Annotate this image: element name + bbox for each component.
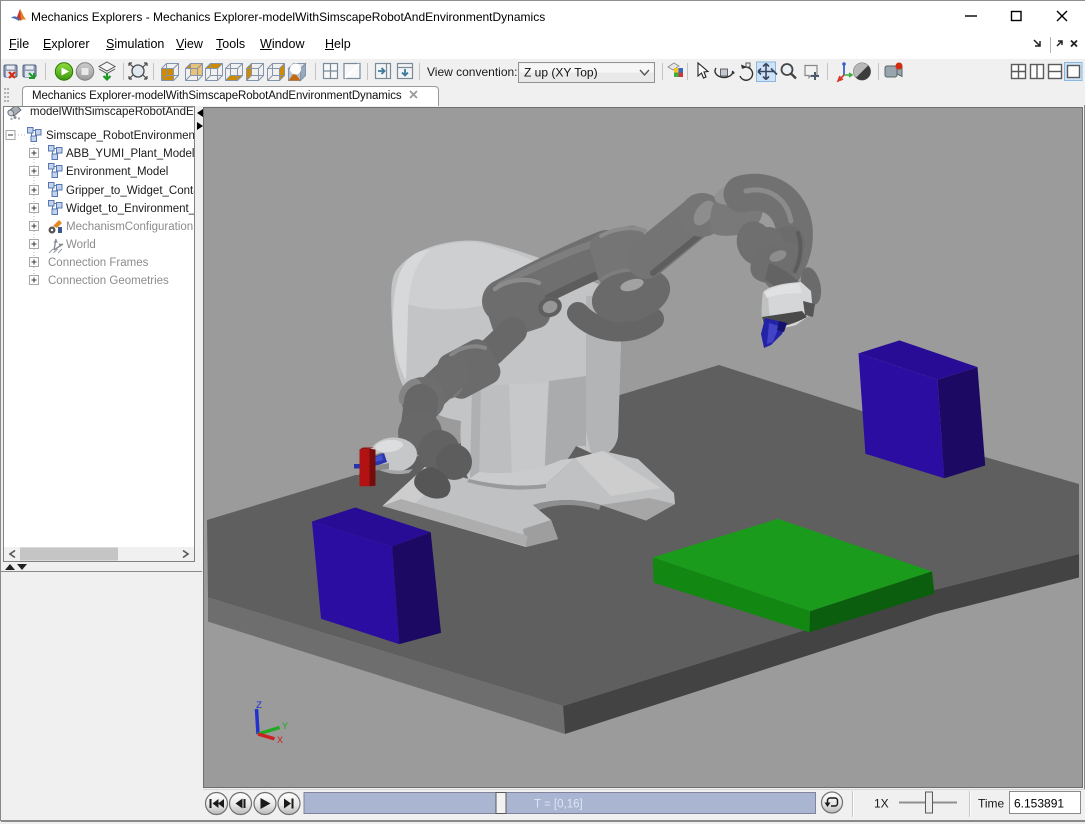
svg-text:modelWithSimscapeRobotAndEnv: modelWithSimscapeRobotAndEnv [30,107,194,118]
svg-text:View convention:: View convention: [427,65,518,79]
svg-text:Gripper_to_Widget_Contact: Gripper_to_Widget_Contact [66,185,194,197]
svg-text:Connection Geometries: Connection Geometries [48,275,169,287]
svg-text:Time: Time [978,797,1005,811]
svg-text:Widget_to_Environment_C: Widget_to_Environment_C [66,203,194,215]
svg-text:Simscape_RobotEnvironmentMod: Simscape_RobotEnvironmentMod [46,130,194,142]
svg-text:X: X [277,736,283,747]
svg-text:MechanismConfiguration: MechanismConfiguration [66,221,193,233]
svg-text:T = [0,16]: T = [0,16] [534,799,583,811]
svg-text:ABB_YUMI_Plant_Model: ABB_YUMI_Plant_Model [66,148,194,160]
svg-text:Environment_Model: Environment_Model [66,166,168,178]
svg-text:Y: Y [282,722,288,733]
svg-text:World: World [66,239,96,251]
svg-text:Z up (XY Top): Z up (XY Top) [524,66,598,80]
svg-text:Connection Frames: Connection Frames [48,257,149,269]
svg-text:1X: 1X [874,797,889,811]
svg-text:Z: Z [256,701,262,712]
svg-text:6.153891: 6.153891 [1014,797,1064,811]
